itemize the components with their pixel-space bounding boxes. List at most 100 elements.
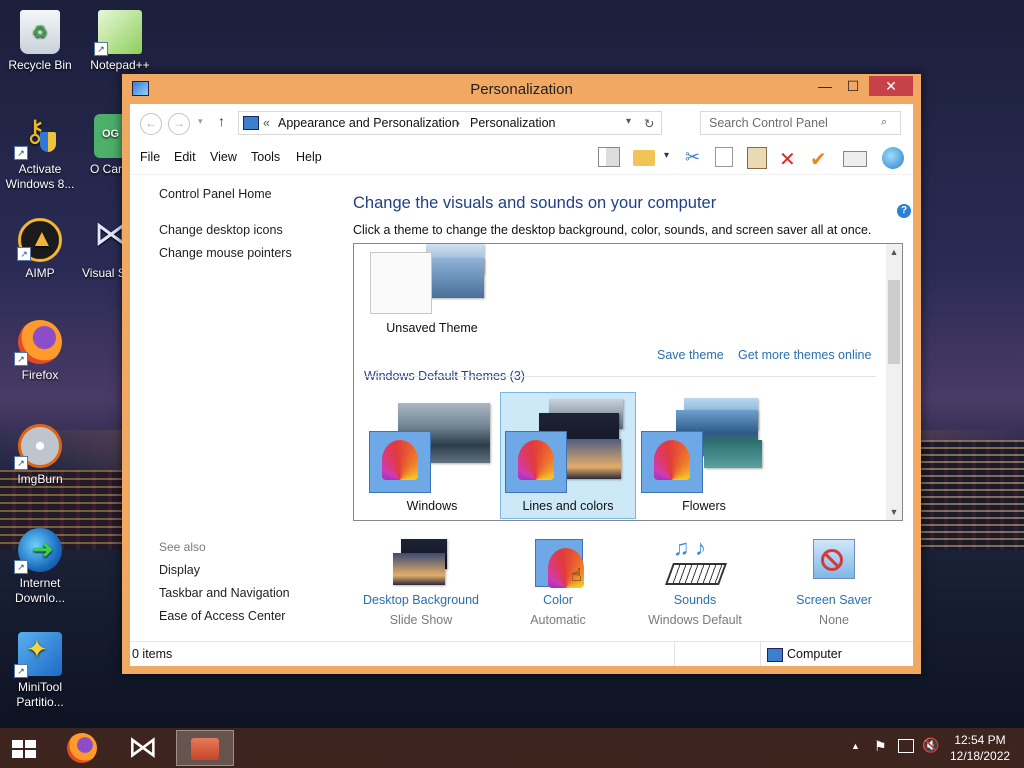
search-input[interactable]: Search Control Panel ⌕ (700, 111, 901, 135)
shortcut-arrow-icon: ↗ (14, 664, 28, 678)
title-bar[interactable]: Personalization — ☐ ✕ (122, 74, 921, 104)
forward-button[interactable]: → (168, 113, 190, 135)
display-link[interactable]: Display (159, 563, 200, 577)
minimize-button[interactable]: — (811, 76, 839, 96)
shortcut-arrow-icon: ↗ (14, 146, 28, 160)
menu-toolbar-row: File Edit View Tools Help ▾ ✂ ✕ ✔ (130, 140, 913, 175)
color-icon: ☝ (533, 539, 584, 588)
volume-muted-icon[interactable]: 🔇 (922, 737, 939, 754)
color-setting[interactable]: ☝ Color Automatic (502, 539, 614, 627)
globe-icon[interactable] (882, 147, 904, 169)
idm-icon: ➜ ↗ (14, 528, 62, 574)
breadcrumb-appearance[interactable]: Appearance and Personalization (278, 116, 459, 130)
menu-file[interactable]: File (140, 150, 160, 164)
help-icon[interactable]: ? (897, 204, 911, 218)
delete-icon[interactable]: ✕ (779, 147, 801, 171)
personalization-window: Personalization — ☐ ✕ ← → ▾ ↑ « Appearan… (122, 74, 921, 674)
item-count: 0 items (132, 647, 173, 661)
menu-edit[interactable]: Edit (174, 150, 196, 164)
screen-saver-setting[interactable]: Screen Saver None (777, 539, 891, 627)
control-panel-icon (243, 116, 259, 130)
breadcrumb-separator[interactable]: › (456, 116, 460, 130)
maximize-button[interactable]: ☐ (839, 76, 867, 96)
copy-icon[interactable] (715, 147, 733, 167)
up-button[interactable]: ↑ (218, 113, 225, 129)
desktop-icon-recycle-bin[interactable]: ♻ Recycle Bin (0, 10, 80, 72)
desktop-icon-label: Firefox (21, 368, 59, 382)
desktop-icon-activate-windows[interactable]: ⚷ ↗ Activate Windows 8... (0, 114, 80, 192)
control-panel-home-link[interactable]: Control Panel Home (159, 187, 272, 201)
taskbar-control-panel[interactable] (176, 730, 234, 766)
desktop-background-setting[interactable]: Desktop Background Slide Show (358, 539, 484, 627)
action-center-flag-icon[interactable]: ⚑ (874, 738, 887, 755)
desktop-icon-imgburn[interactable]: ↗ ImgBurn (0, 424, 80, 486)
search-placeholder: Search Control Panel (709, 116, 828, 130)
setting-value: Windows Default (648, 613, 742, 627)
theme-list[interactable]: Unsaved Theme Save theme Get more themes… (353, 243, 903, 521)
status-bar: 0 items Computer (130, 641, 913, 666)
cut-icon[interactable]: ✂ (685, 147, 707, 169)
close-button[interactable]: ✕ (869, 76, 913, 96)
address-overflow[interactable]: « (263, 116, 270, 130)
address-bar[interactable]: « Appearance and Personalization › Perso… (238, 111, 662, 135)
shortcut-arrow-icon: ↗ (17, 247, 31, 261)
search-icon[interactable]: ⌕ (881, 116, 887, 129)
color-palette-icon (641, 431, 703, 493)
scroll-down-icon[interactable]: ▼ (886, 507, 902, 517)
taskbar-navigation-link[interactable]: Taskbar and Navigation (159, 586, 290, 600)
desktop-background-icon (391, 539, 451, 587)
menu-tools[interactable]: Tools (251, 150, 280, 164)
scrollbar-thumb[interactable] (888, 280, 900, 364)
color-palette-icon (505, 431, 567, 493)
firefox-icon (67, 733, 97, 763)
folder-dropdown-icon[interactable]: ▾ (664, 150, 686, 172)
taskbar-firefox[interactable] (56, 730, 110, 766)
paste-icon[interactable] (747, 147, 767, 169)
back-button[interactable]: ← (140, 113, 162, 135)
layout-icon[interactable] (598, 147, 620, 167)
sounds-setting[interactable]: ♫ ♪ Sounds Windows Default (638, 535, 752, 627)
setting-value: None (819, 613, 849, 627)
clock-time: 12:54 PM (954, 733, 1006, 747)
taskbar: ⋈ ▲ ⚑ 🔇 12:54 PM 12/18/2022 (0, 728, 1024, 768)
desktop-icon-label: Internet Downlo... (14, 576, 66, 605)
show-hidden-icons[interactable]: ▲ (851, 741, 860, 751)
properties-icon[interactable] (843, 151, 867, 167)
page-subtitle: Click a theme to change the desktop back… (353, 223, 872, 237)
desktop-icon-label: MiniTool Partitio... (16, 680, 64, 709)
folder-icon[interactable] (633, 150, 655, 166)
change-desktop-icons-link[interactable]: Change desktop icons (159, 223, 283, 237)
app-badge: OG (102, 128, 120, 140)
visual-studio-icon: ⋈ (128, 731, 158, 764)
theme-lines-and-colors[interactable]: Lines and colors (500, 392, 636, 519)
imgburn-icon: ↗ (14, 424, 62, 470)
address-dropdown-icon[interactable]: ▾ (626, 116, 631, 127)
scroll-up-icon[interactable]: ▲ (886, 247, 902, 257)
ease-of-access-link[interactable]: Ease of Access Center (159, 609, 285, 623)
setting-label: Color (543, 593, 573, 607)
setting-label: Sounds (673, 593, 717, 607)
checkmark-icon[interactable]: ✔ (810, 147, 832, 171)
get-more-themes-link[interactable]: Get more themes online (738, 348, 871, 362)
taskbar-visual-studio[interactable]: ⋈ (116, 730, 170, 766)
menu-help[interactable]: Help (296, 150, 322, 164)
recent-pages-dropdown[interactable]: ▾ (198, 116, 203, 127)
desktop-icon-label: Recycle Bin (8, 58, 72, 72)
theme-label: Lines and colors (522, 499, 614, 513)
theme-list-scrollbar[interactable]: ▲ ▼ (886, 244, 902, 520)
desktop-icon-firefox[interactable]: ↗ Firefox (0, 320, 80, 382)
group-divider (364, 376, 876, 377)
menu-view[interactable]: View (210, 150, 237, 164)
desktop-icon-notepadpp[interactable]: ↗ Notepad++ (80, 10, 160, 72)
save-theme-link[interactable]: Save theme (657, 348, 724, 362)
change-mouse-pointers-link[interactable]: Change mouse pointers (159, 246, 292, 260)
desktop-icon-aimp[interactable]: ▲ ↗ AIMP (0, 218, 80, 280)
breadcrumb-personalization[interactable]: Personalization (470, 116, 555, 130)
desktop-icon-minitool[interactable]: ✦ ↗ MiniTool Partitio... (0, 632, 80, 710)
network-icon[interactable] (898, 739, 914, 753)
refresh-icon[interactable]: ↻ (644, 116, 654, 131)
minitool-icon: ✦ ↗ (14, 632, 62, 678)
desktop-icon-idm[interactable]: ➜ ↗ Internet Downlo... (0, 528, 80, 606)
clock[interactable]: 12:54 PM 12/18/2022 (950, 732, 1010, 764)
start-button[interactable] (0, 730, 48, 766)
